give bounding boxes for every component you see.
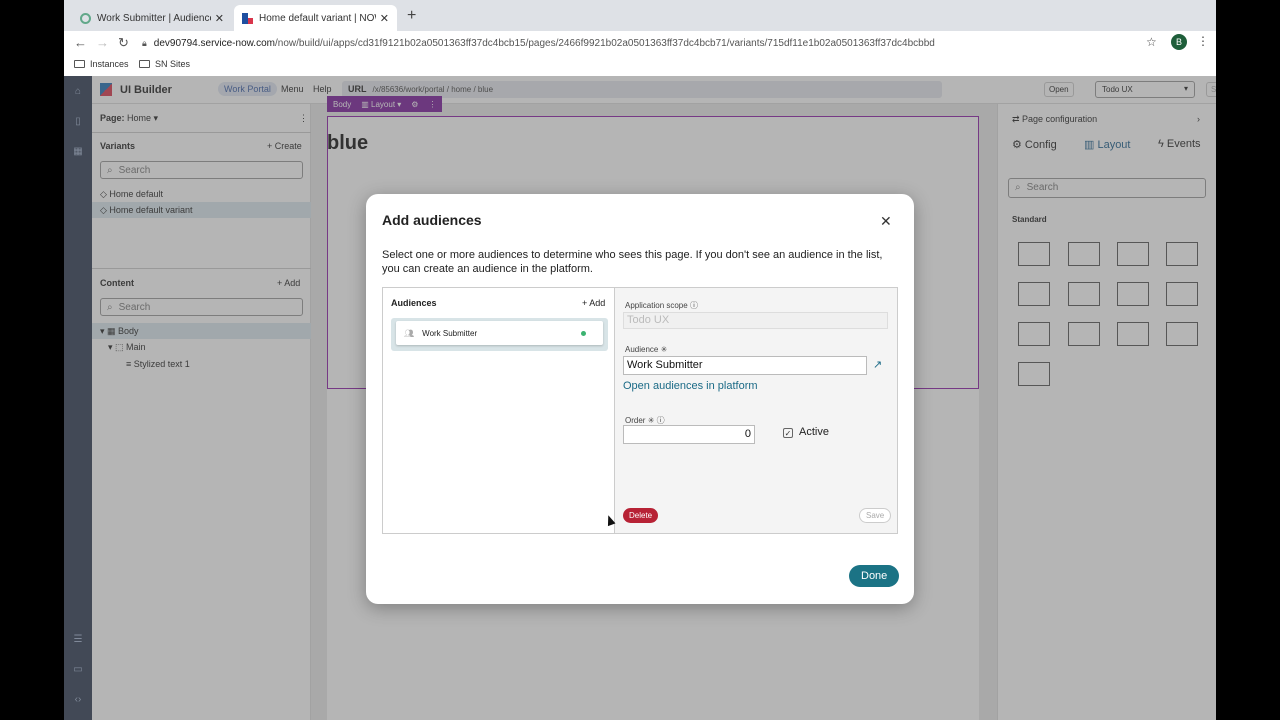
folder-icon bbox=[74, 60, 85, 68]
add-audiences-modal: Add audiences ✕ Select one or more audie… bbox=[366, 194, 914, 604]
bookmark-sn-sites[interactable]: SN Sites bbox=[139, 59, 190, 69]
order-field[interactable]: 0 bbox=[623, 425, 755, 444]
add-audience-button[interactable]: + Add bbox=[582, 298, 605, 308]
active-label: Active bbox=[799, 426, 829, 438]
back-icon[interactable]: ← bbox=[74, 35, 87, 50]
tab-bar: Work Submitter | Audience | Se ✕ Home de… bbox=[64, 0, 1216, 31]
delete-button[interactable]: Delete bbox=[623, 508, 659, 523]
audiences-panel: Audiences + Add 👥︎ Work Submitter Applic… bbox=[382, 287, 898, 534]
profile-avatar[interactable]: B bbox=[1171, 34, 1187, 50]
tab-title: Home default variant | NOW UI bbox=[259, 12, 376, 24]
forward-icon[interactable]: → bbox=[96, 35, 109, 50]
bookmark-instances[interactable]: Instances bbox=[74, 59, 129, 69]
url-field[interactable]: 🔒︎ dev90794.service-now.com/now/build/ui… bbox=[142, 33, 1152, 53]
save-button[interactable]: Save bbox=[859, 508, 892, 523]
required-icon: ✳ bbox=[647, 416, 655, 425]
external-link-icon[interactable]: ↗ bbox=[873, 358, 882, 371]
close-icon[interactable]: ✕ bbox=[880, 213, 892, 230]
new-tab-icon[interactable]: + bbox=[407, 7, 416, 25]
folder-icon bbox=[139, 60, 150, 68]
info-icon[interactable]: ⓘ bbox=[657, 416, 665, 425]
bookmark-label: Instances bbox=[90, 59, 129, 69]
scope-label-text: Application scope bbox=[625, 301, 688, 310]
order-label-text: Order bbox=[625, 416, 646, 425]
group-icon: 👥︎ bbox=[404, 328, 415, 338]
lock-icon: 🔒︎ bbox=[142, 37, 147, 48]
modal-title: Add audiences bbox=[382, 212, 482, 228]
chrome-menu-icon[interactable]: ⋮ bbox=[1197, 34, 1209, 48]
active-status-dot bbox=[581, 331, 586, 336]
reload-icon[interactable]: ↻ bbox=[118, 35, 129, 51]
url-host: dev90794.service-now.com bbox=[153, 37, 275, 49]
bookmark-star-icon[interactable]: ☆ bbox=[1146, 35, 1157, 49]
bookmark-label: SN Sites bbox=[155, 59, 191, 69]
info-icon[interactable]: ⓘ bbox=[690, 301, 698, 310]
browser-tab-variant[interactable]: Home default variant | NOW UI ✕ bbox=[234, 5, 397, 31]
servicenow-favicon-icon bbox=[80, 12, 91, 24]
scope-field: Todo UX bbox=[623, 312, 888, 329]
audience-list: Audiences + Add 👥︎ Work Submitter bbox=[383, 288, 615, 533]
audience-item-label: Work Submitter bbox=[422, 328, 478, 338]
browser-window: Work Submitter | Audience | Se ✕ Home de… bbox=[64, 0, 1216, 720]
audience-label: Audience ✳ bbox=[625, 345, 667, 354]
tab-title: Work Submitter | Audience | Se bbox=[97, 12, 211, 24]
audience-list-header: Audiences bbox=[391, 298, 437, 308]
close-tab-icon[interactable]: ✕ bbox=[380, 12, 389, 25]
ui-builder-favicon-icon bbox=[242, 12, 253, 24]
required-icon: ✳ bbox=[660, 345, 668, 354]
done-button[interactable]: Done bbox=[849, 565, 900, 587]
browser-tab-audience[interactable]: Work Submitter | Audience | Se ✕ bbox=[72, 5, 232, 31]
audience-form: Application scope ⓘ Todo UX Audience ✳ W… bbox=[615, 288, 897, 533]
address-bar: ← → ↻ 🔒︎ dev90794.service-now.com/now/bu… bbox=[64, 31, 1216, 55]
active-checkbox[interactable]: ✓ bbox=[783, 428, 793, 438]
audience-list-item[interactable]: 👥︎ Work Submitter bbox=[391, 318, 608, 351]
audience-card[interactable]: 👥︎ Work Submitter bbox=[396, 321, 603, 345]
audience-field[interactable]: Work Submitter bbox=[623, 356, 867, 375]
scope-label: Application scope ⓘ bbox=[625, 300, 698, 311]
modal-description: Select one or more audiences to determin… bbox=[382, 249, 883, 275]
close-tab-icon[interactable]: ✕ bbox=[215, 12, 224, 25]
url-path: /now/build/ui/apps/cd31f9121b02a0501363f… bbox=[274, 37, 935, 49]
bookmarks-bar: Instances SN Sites bbox=[64, 55, 1216, 75]
audience-label-text: Audience bbox=[625, 345, 659, 354]
open-audiences-link[interactable]: Open audiences in platform bbox=[623, 380, 758, 392]
